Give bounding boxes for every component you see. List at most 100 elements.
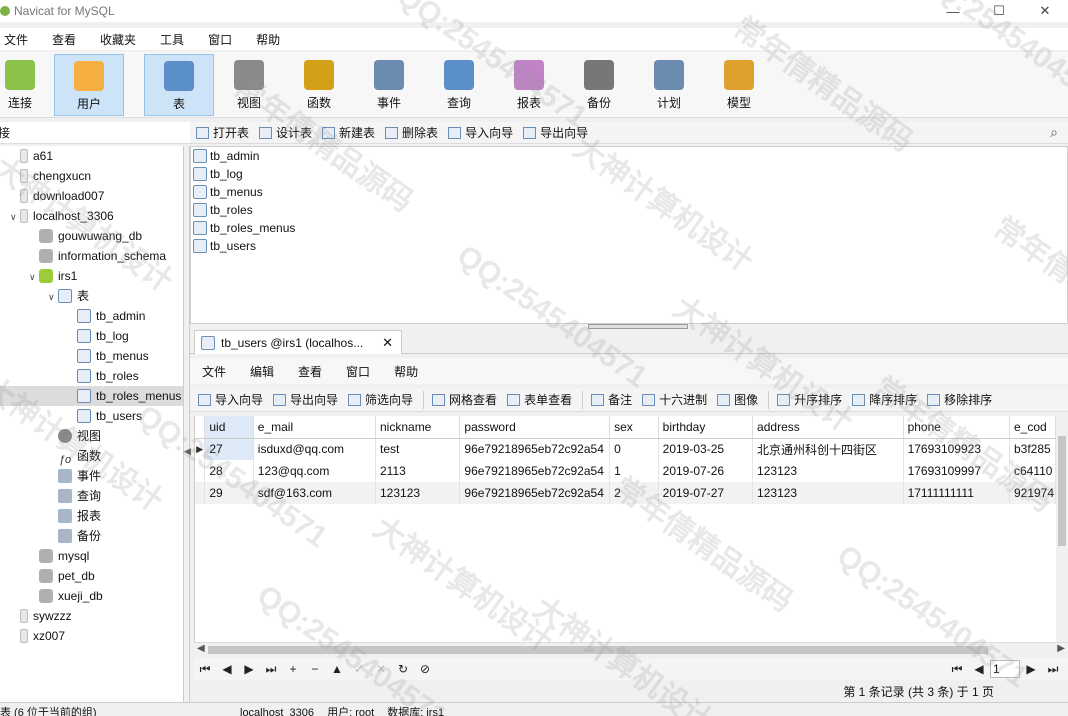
first-record-button[interactable]: ⏮ <box>194 662 216 677</box>
table-cell[interactable]: 96e79218965eb72c92a54 <box>459 460 611 482</box>
tree-item[interactable]: xz007 <box>0 626 183 646</box>
table-cell[interactable]: 0 <box>609 438 659 460</box>
column-header-phone[interactable]: phone <box>903 416 1010 439</box>
toolbar-button-schedule[interactable]: 计划 <box>634 54 704 116</box>
table-row[interactable]: ▶ 27 isduxd@qq.com test 96e79218965eb72c92a5… <box>195 438 1056 460</box>
object-toolbar-button[interactable]: 导入向导 <box>448 124 513 141</box>
column-header-password[interactable]: password <box>459 416 611 439</box>
apply-button[interactable]: ▲ <box>326 662 348 676</box>
menu-item[interactable]: 查看 <box>40 31 88 48</box>
tree-item[interactable]: tb_roles <box>0 366 183 386</box>
tab-tb-users[interactable]: tb_users @irs1 (localhos... ✕ <box>194 330 402 354</box>
data-toolbar-button[interactable]: 十六进制 <box>642 391 707 408</box>
toolbar-button-query[interactable]: 查询 <box>424 54 494 116</box>
scroll-left-icon[interactable]: ◀ <box>197 643 205 654</box>
table-cell[interactable]: 2019-03-25 <box>658 438 754 460</box>
data-toolbar-button[interactable]: 移除排序 <box>927 391 992 408</box>
column-header-e_cod[interactable]: e_cod <box>1009 416 1056 439</box>
vertical-scroll-thumb[interactable] <box>1058 436 1066 546</box>
minimize-button[interactable]: — <box>930 0 976 22</box>
splitter-grip[interactable] <box>588 324 688 329</box>
refresh-button[interactable]: ↻ <box>392 662 414 676</box>
toolbar-button-function[interactable]: 函数 <box>284 54 354 116</box>
tree-item[interactable]: tb_users <box>0 406 183 426</box>
table-menu-item[interactable]: 编辑 <box>238 363 286 380</box>
table-cell[interactable]: 123123 <box>752 482 904 504</box>
horizontal-scroll-thumb[interactable] <box>208 646 988 654</box>
object-toolbar-button[interactable]: 导出向导 <box>523 124 588 141</box>
table-cell[interactable]: 27 <box>204 438 254 460</box>
table-menu-item[interactable]: 文件 <box>190 363 238 380</box>
tree-item[interactable]: information_schema <box>0 246 183 266</box>
toolbar-button-report[interactable]: 报表 <box>494 54 564 116</box>
object-toolbar-button[interactable]: 新建表 <box>322 124 375 141</box>
tree-item[interactable]: tb_roles_menus <box>0 386 183 406</box>
tree-item[interactable]: tb_log <box>0 326 183 346</box>
expand-toggle-icon[interactable]: ∨ <box>10 207 20 227</box>
table-cell[interactable]: 17111111111 <box>903 482 1010 504</box>
tree-item[interactable]: ƒo 函数 <box>0 446 183 466</box>
data-toolbar-button[interactable]: 表单查看 <box>507 391 572 408</box>
tree-item[interactable]: xueji_db <box>0 586 183 606</box>
tree-item[interactable]: tb_menus <box>0 346 183 366</box>
add-record-button[interactable]: + <box>282 662 304 676</box>
table-row[interactable]: 28 123@qq.com 2113 96e79218965eb72c92a54 1 20… <box>195 460 1056 482</box>
table-cell[interactable]: 2019-07-26 <box>658 460 754 482</box>
toolbar-button-model[interactable]: 模型 <box>704 54 774 116</box>
object-toolbar-button[interactable]: 打开表 <box>196 124 249 141</box>
next-record-button[interactable]: ▶ <box>238 662 260 676</box>
table-cell[interactable]: 2113 <box>375 460 461 482</box>
column-header-uid[interactable]: uid <box>204 416 254 439</box>
data-toolbar-button[interactable]: 筛选向导 <box>348 391 413 408</box>
tree-item[interactable]: a61 <box>0 146 183 166</box>
prev-record-button[interactable]: ◀ <box>216 662 238 676</box>
data-toolbar-button[interactable]: 网格查看 <box>432 391 497 408</box>
table-cell[interactable]: 17693109923 <box>903 438 1010 460</box>
table-cell[interactable]: 123123 <box>375 482 461 504</box>
data-toolbar-button[interactable]: 降序排序 <box>852 391 917 408</box>
toolbar-button-view[interactable]: 视图 <box>214 54 284 116</box>
menu-item[interactable]: 帮助 <box>244 31 292 48</box>
menu-item[interactable]: 窗口 <box>196 31 244 48</box>
object-list-item[interactable]: tb_roles <box>191 201 1067 219</box>
table-row[interactable]: 29 sdf@163.com 123123 96e79218965eb72c92a54… <box>195 482 1056 504</box>
tree-item[interactable]: chengxucn <box>0 166 183 186</box>
tab-close-button[interactable]: ✕ <box>382 335 393 351</box>
expand-toggle-icon[interactable]: ∨ <box>48 287 58 307</box>
tree-item[interactable]: gouwuwang_db <box>0 226 183 246</box>
scroll-right-icon[interactable]: ▶ <box>1057 643 1065 654</box>
toolbar-button-backup[interactable]: 备份 <box>564 54 634 116</box>
table-cell[interactable]: sdf@163.com <box>253 482 377 504</box>
next-page-button[interactable]: ▶ <box>1020 662 1042 676</box>
data-toolbar-button[interactable]: 导入向导 <box>198 391 263 408</box>
confirm-button[interactable]: ✓ <box>348 662 370 676</box>
tree-item[interactable]: 查询 <box>0 486 183 506</box>
prev-page-button[interactable]: ◀ <box>968 662 990 676</box>
last-page-button[interactable]: ⏭ <box>1042 662 1064 677</box>
column-header-sex[interactable]: sex <box>609 416 659 439</box>
column-header-nickname[interactable]: nickname <box>375 416 461 439</box>
table-cell[interactable]: 1 <box>609 460 659 482</box>
tree-item[interactable]: 视图 <box>0 426 183 446</box>
last-record-button[interactable]: ⏭ <box>260 662 282 677</box>
table-menu-item[interactable]: 帮助 <box>382 363 430 380</box>
table-cell[interactable]: 123@qq.com <box>253 460 377 482</box>
cancel-button[interactable]: ✕ <box>370 662 392 676</box>
table-cell[interactable]: 17693109997 <box>903 460 1010 482</box>
toolbar-button-connection[interactable]: 连接 <box>0 54 40 116</box>
toolbar-button-table[interactable]: 表 <box>144 54 214 116</box>
table-menu-item[interactable]: 查看 <box>286 363 334 380</box>
table-cell[interactable]: 96e79218965eb72c92a54 <box>459 438 611 460</box>
table-cell[interactable]: b3f285 <box>1009 438 1056 460</box>
tree-item[interactable]: sywzzz <box>0 606 183 626</box>
column-header-e_mail[interactable]: e_mail <box>253 416 377 439</box>
table-cell[interactable]: isduxd@qq.com <box>253 438 377 460</box>
menu-item[interactable]: 收藏夹 <box>88 31 148 48</box>
data-toolbar-button[interactable]: 备注 <box>591 391 632 408</box>
toolbar-button-user[interactable]: 用户 <box>54 54 124 116</box>
tree-item[interactable]: mysql <box>0 546 183 566</box>
data-toolbar-button[interactable]: 图像 <box>717 391 758 408</box>
vertical-scrollbar[interactable] <box>1056 416 1068 642</box>
expand-toggle-icon[interactable]: ∨ <box>29 267 39 287</box>
table-cell[interactable]: test <box>375 438 461 460</box>
